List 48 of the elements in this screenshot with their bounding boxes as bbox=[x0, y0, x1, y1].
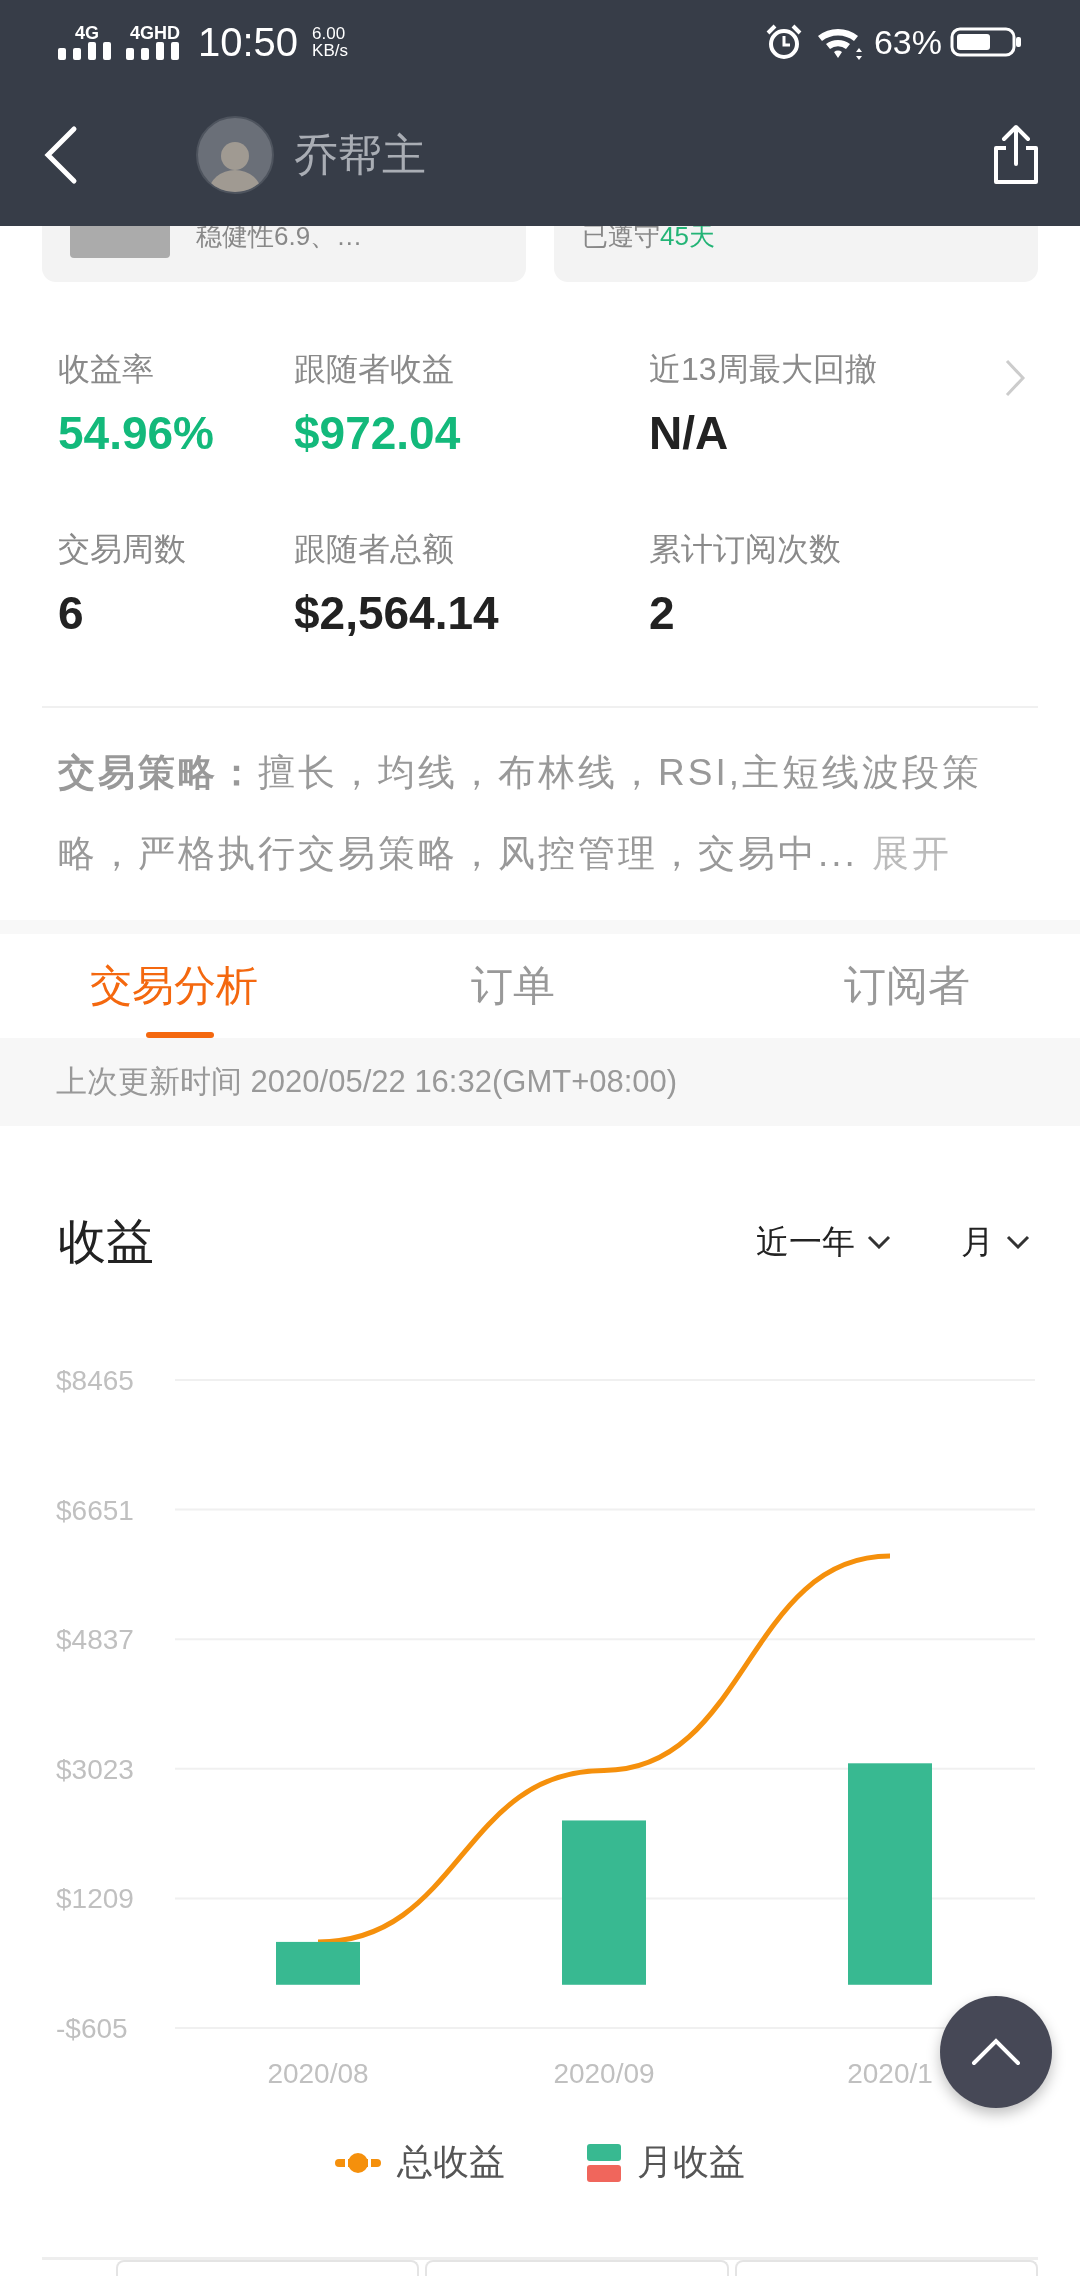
stat-value: $2,564.14 bbox=[294, 586, 499, 640]
period-dropdown[interactable]: 月 bbox=[961, 1219, 1030, 1265]
axis-label: -$605 bbox=[56, 2013, 128, 2044]
clock: 10:50 bbox=[198, 19, 299, 65]
axis-label: $4837 bbox=[56, 1624, 134, 1656]
section-title: 收益 bbox=[58, 1214, 155, 1270]
update-info: 上次更新时间 2020/05/22 16:32(GMT+08:00) bbox=[0, 1038, 1080, 1126]
share-icon[interactable] bbox=[992, 124, 1040, 186]
chevron-down-icon bbox=[867, 1235, 891, 1249]
chevron-down-icon bbox=[1006, 1235, 1030, 1249]
range-dropdown[interactable]: 近一年 bbox=[756, 1219, 891, 1265]
stat-label: 跟随者总额 bbox=[294, 530, 454, 569]
axis-label: $6651 bbox=[56, 1494, 134, 1526]
axis-label: $1209 bbox=[56, 1883, 134, 1915]
stat-value: 2 bbox=[649, 586, 675, 640]
network-label: 4G bbox=[75, 24, 99, 42]
network-label: 4GHD bbox=[130, 24, 180, 42]
legend-label: 月收益 bbox=[637, 2140, 745, 2184]
chevron-up-icon bbox=[971, 2038, 1021, 2066]
tab-indicator bbox=[146, 1032, 214, 1038]
tab[interactable]: 订阅者 bbox=[665, 934, 1080, 1038]
stat-value: 6 bbox=[58, 586, 84, 640]
scroll-top-button[interactable] bbox=[940, 1996, 1052, 2108]
stat-value: $972.04 bbox=[294, 406, 461, 460]
alarm-icon bbox=[765, 24, 802, 60]
tab[interactable]: 订单 bbox=[360, 934, 665, 1038]
strategy-text: 交易策略：擅长，均线，布林线，RSI,主短线波段策略，严格执行交易策略，风控管理，交易中... 展开 bbox=[57, 751, 983, 876]
axis-label: 2020/1 bbox=[847, 2058, 933, 2089]
header-title: 乔帮主 bbox=[294, 128, 427, 181]
stat-label: 交易周数 bbox=[58, 530, 186, 569]
axis-label: 2020/09 bbox=[553, 2058, 655, 2089]
stat-value: N/A bbox=[649, 406, 729, 460]
speed-unit: KB/s bbox=[312, 42, 348, 59]
stat-label: 跟随者收益 bbox=[294, 350, 454, 389]
expand-link[interactable]: 展开 bbox=[871, 833, 952, 874]
stat-value: 54.96% bbox=[58, 406, 214, 460]
axis-label: 2020/08 bbox=[267, 2058, 369, 2089]
battery-percent: 63% bbox=[873, 22, 942, 62]
card-text: 稳健性6.9、… bbox=[196, 222, 363, 250]
axis-label: $3023 bbox=[56, 1753, 134, 1785]
speed-value: 6.00 bbox=[312, 25, 347, 42]
stat-label: 累计订阅次数 bbox=[649, 530, 841, 569]
tab[interactable]: 交易分析 bbox=[0, 934, 360, 1038]
axis-label: $8465 bbox=[56, 1365, 134, 1396]
stat-label: 收益率 bbox=[58, 350, 154, 389]
legend-label: 总收益 bbox=[397, 2140, 505, 2184]
stat-label: 近13周最大回撤 bbox=[649, 350, 877, 389]
battery-icon bbox=[950, 27, 1022, 57]
